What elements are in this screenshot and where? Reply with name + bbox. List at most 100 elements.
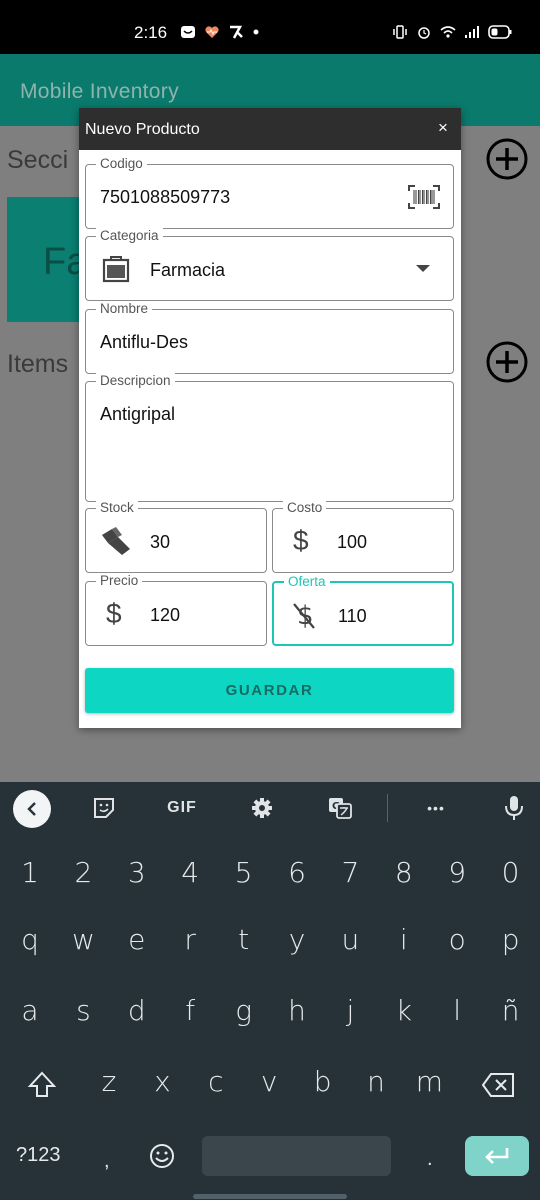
- keyboard-toolbar: GIF G •••: [0, 782, 540, 836]
- key-y[interactable]: y: [270, 923, 324, 956]
- period-key[interactable]: .: [427, 1148, 433, 1171]
- nombre-field[interactable]: Nombre Antiflu-Des: [85, 301, 454, 374]
- key-h[interactable]: h: [270, 994, 324, 1027]
- health-heart-icon: [205, 26, 219, 38]
- app-title: Mobile Inventory: [20, 80, 179, 103]
- boxes-icon: [102, 527, 130, 555]
- descripcion-field[interactable]: Descripcion Antigripal: [85, 373, 454, 502]
- new-product-dialog: Nuevo Producto × Codigo 7501088509773 Ca…: [79, 108, 461, 728]
- dollar-icon: $: [106, 598, 122, 629]
- status-time: 2:16: [134, 23, 168, 42]
- category-box-icon: [102, 256, 130, 283]
- keyboard-row-3: zxcvbnm: [0, 1065, 540, 1125]
- enter-icon: [485, 1148, 509, 1164]
- key-m[interactable]: m: [402, 1065, 456, 1098]
- precio-label: Precio: [96, 573, 143, 588]
- key-l[interactable]: l: [430, 994, 484, 1027]
- add-item-button[interactable]: [485, 340, 529, 384]
- battery-icon: [488, 25, 512, 39]
- settings-icon[interactable]: [246, 794, 278, 822]
- key-6[interactable]: 6: [270, 856, 324, 889]
- key-g[interactable]: g: [217, 994, 271, 1027]
- costo-label: Costo: [283, 500, 327, 515]
- key-7[interactable]: 7: [323, 856, 377, 889]
- nombre-value[interactable]: Antiflu-Des: [100, 332, 188, 353]
- key-s[interactable]: s: [56, 994, 110, 1027]
- save-button[interactable]: GUARDAR: [85, 668, 454, 713]
- key-p[interactable]: p: [484, 923, 538, 956]
- oferta-label: Oferta: [284, 574, 330, 589]
- key-r[interactable]: r: [163, 923, 217, 956]
- dialog-title: Nuevo Producto: [85, 121, 200, 138]
- codigo-value[interactable]: 7501088509773: [100, 187, 230, 208]
- key-ñ[interactable]: ñ: [484, 994, 538, 1027]
- mic-icon[interactable]: [498, 794, 530, 822]
- key-e[interactable]: e: [110, 923, 164, 956]
- categoria-field[interactable]: Categoria Farmacia: [85, 228, 454, 301]
- sections-heading: Secci: [7, 146, 69, 174]
- key-8[interactable]: 8: [377, 856, 431, 889]
- key-v[interactable]: v: [242, 1065, 296, 1098]
- emoji-icon[interactable]: [148, 1142, 176, 1170]
- precio-value[interactable]: 120: [150, 605, 180, 626]
- chevron-down-icon[interactable]: [415, 264, 431, 274]
- dialog-header: Nuevo Producto ×: [79, 108, 461, 150]
- key-f[interactable]: f: [163, 994, 217, 1027]
- space-key[interactable]: [202, 1136, 391, 1176]
- key-a[interactable]: a: [3, 994, 57, 1027]
- status-right-icons: [392, 25, 512, 39]
- descripcion-value[interactable]: Antigripal: [100, 404, 175, 425]
- back-icon[interactable]: [13, 790, 51, 828]
- key-d[interactable]: d: [110, 994, 164, 1027]
- key-1[interactable]: 1: [3, 856, 57, 889]
- comma-key[interactable]: ,: [104, 1150, 110, 1173]
- stock-field[interactable]: Stock 30: [85, 500, 267, 573]
- codigo-field[interactable]: Codigo 7501088509773: [85, 156, 454, 229]
- navigation-handle[interactable]: [193, 1194, 347, 1199]
- key-2[interactable]: 2: [56, 856, 110, 889]
- key-w[interactable]: w: [56, 923, 110, 956]
- barcode-icon[interactable]: [407, 184, 441, 210]
- precio-field[interactable]: Precio $ 120: [85, 573, 267, 646]
- key-k[interactable]: k: [377, 994, 431, 1027]
- key-u[interactable]: u: [323, 923, 377, 956]
- costo-value[interactable]: 100: [337, 532, 367, 553]
- shift-icon[interactable]: [27, 1070, 57, 1100]
- stock-value[interactable]: 30: [150, 532, 170, 553]
- key-o[interactable]: o: [430, 923, 484, 956]
- alarm-icon: [418, 27, 430, 39]
- key-3[interactable]: 3: [110, 856, 164, 889]
- backspace-icon[interactable]: [481, 1072, 515, 1098]
- sticker-icon[interactable]: [88, 794, 120, 822]
- categoria-label: Categoria: [96, 228, 163, 243]
- key-t[interactable]: t: [217, 923, 271, 956]
- key-i[interactable]: i: [377, 923, 431, 956]
- items-heading: Items: [7, 350, 69, 378]
- add-section-button[interactable]: [485, 137, 529, 181]
- enter-key[interactable]: [465, 1136, 529, 1176]
- dollar-icon: $: [293, 525, 309, 556]
- key-x[interactable]: x: [135, 1065, 189, 1098]
- key-z[interactable]: z: [82, 1065, 136, 1098]
- close-icon[interactable]: ×: [433, 118, 453, 138]
- keyboard-row-numbers: 1234567890: [0, 856, 540, 916]
- categoria-value: Farmacia: [150, 260, 226, 280]
- key-c[interactable]: c: [189, 1065, 243, 1098]
- costo-field[interactable]: Costo $ 100: [272, 500, 454, 573]
- wifi-icon: [440, 26, 456, 38]
- key-9[interactable]: 9: [430, 856, 484, 889]
- toolbar-divider: [387, 794, 388, 822]
- gif-button[interactable]: GIF: [162, 794, 202, 822]
- key-j[interactable]: j: [323, 994, 377, 1027]
- key-5[interactable]: 5: [217, 856, 271, 889]
- symbols-key[interactable]: ?123: [16, 1144, 61, 1167]
- key-n[interactable]: n: [349, 1065, 403, 1098]
- more-icon[interactable]: •••: [420, 794, 452, 822]
- oferta-value[interactable]: 110: [338, 606, 367, 627]
- key-0[interactable]: 0: [484, 856, 538, 889]
- translate-icon[interactable]: G: [324, 794, 356, 822]
- key-q[interactable]: q: [3, 923, 57, 956]
- oferta-field[interactable]: Oferta $ 110: [272, 574, 454, 646]
- key-b[interactable]: b: [296, 1065, 350, 1098]
- key-4[interactable]: 4: [163, 856, 217, 889]
